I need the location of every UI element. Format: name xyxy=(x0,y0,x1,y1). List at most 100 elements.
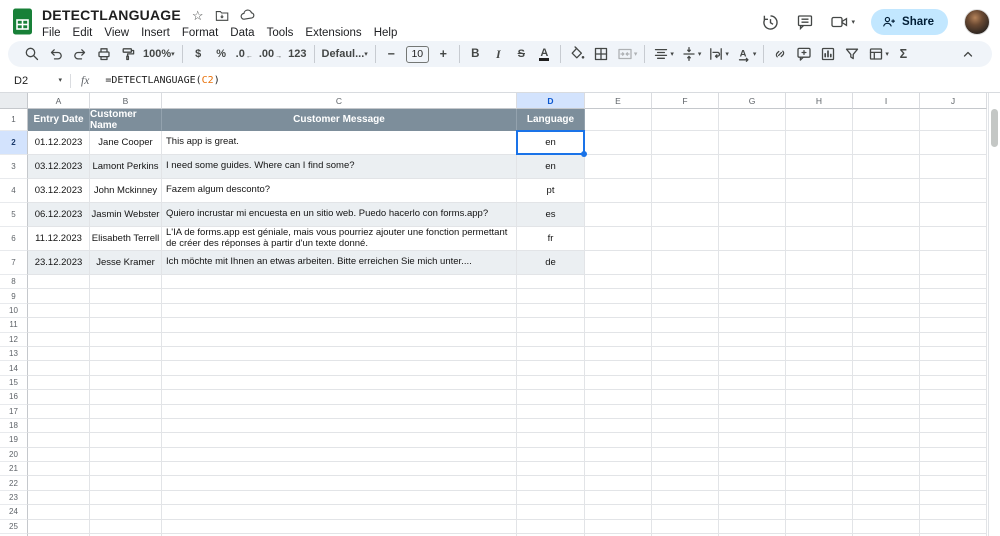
sheets-logo-icon[interactable] xyxy=(12,8,33,40)
cell-G22[interactable] xyxy=(719,476,786,490)
row-header-22[interactable]: 22 xyxy=(0,476,28,490)
cell-E23[interactable] xyxy=(585,491,652,505)
column-header-F[interactable]: F xyxy=(652,93,719,109)
row-header-14[interactable]: 14 xyxy=(0,361,28,375)
cell-A16[interactable] xyxy=(28,390,90,404)
cell-G3[interactable] xyxy=(719,155,786,179)
cell-B8[interactable] xyxy=(90,275,162,289)
cell-J1[interactable] xyxy=(920,109,987,131)
cell-E5[interactable] xyxy=(585,203,652,227)
cell-H13[interactable] xyxy=(786,347,853,361)
cell-B22[interactable] xyxy=(90,476,162,490)
cell-B10[interactable] xyxy=(90,304,162,318)
redo-icon[interactable] xyxy=(68,43,92,65)
cell-D7[interactable]: de xyxy=(517,251,585,275)
increase-decimals-button[interactable]: .00→ xyxy=(256,43,285,65)
cell-C25[interactable] xyxy=(162,520,517,534)
cell-J19[interactable] xyxy=(920,433,987,447)
cell-H15[interactable] xyxy=(786,376,853,390)
italic-button[interactable]: I xyxy=(487,43,510,65)
cell-G23[interactable] xyxy=(719,491,786,505)
cell-F18[interactable] xyxy=(652,419,719,433)
cell-D5[interactable]: es xyxy=(517,203,585,227)
cell-F14[interactable] xyxy=(652,361,719,375)
vertical-align-icon[interactable]: ▾ xyxy=(677,43,705,65)
cell-F24[interactable] xyxy=(652,505,719,519)
select-all-corner[interactable] xyxy=(0,93,28,109)
text-wrap-icon[interactable]: ▾ xyxy=(704,43,732,65)
row-header-21[interactable]: 21 xyxy=(0,462,28,476)
cell-J7[interactable] xyxy=(920,251,987,275)
cell-J15[interactable] xyxy=(920,376,987,390)
cell-G1[interactable] xyxy=(719,109,786,131)
cell-D1[interactable]: Language xyxy=(517,109,585,131)
cell-J2[interactable] xyxy=(920,131,987,155)
cell-J16[interactable] xyxy=(920,390,987,404)
search-icon[interactable] xyxy=(20,43,44,65)
chevron-down-icon[interactable]: ▾ xyxy=(58,77,62,84)
cell-F17[interactable] xyxy=(652,405,719,419)
cell-D16[interactable] xyxy=(517,390,585,404)
cell-H17[interactable] xyxy=(786,405,853,419)
share-button[interactable]: Share xyxy=(871,9,948,35)
font-size-input[interactable]: 10 xyxy=(406,46,429,63)
cell-J22[interactable] xyxy=(920,476,987,490)
chevron-down-icon[interactable]: ▾ xyxy=(364,51,368,58)
cell-A7[interactable]: 23.12.2023 xyxy=(28,251,90,275)
cell-H6[interactable] xyxy=(786,227,853,251)
cell-F5[interactable] xyxy=(652,203,719,227)
chevron-down-icon[interactable]: ▾ xyxy=(725,51,729,58)
cell-C14[interactable] xyxy=(162,361,517,375)
cell-J23[interactable] xyxy=(920,491,987,505)
cell-G19[interactable] xyxy=(719,433,786,447)
cell-A21[interactable] xyxy=(28,462,90,476)
menu-item-tools[interactable]: Tools xyxy=(261,26,300,40)
cell-G2[interactable] xyxy=(719,131,786,155)
chevron-down-icon[interactable]: ▾ xyxy=(670,51,674,58)
borders-icon[interactable] xyxy=(589,43,613,65)
cell-G18[interactable] xyxy=(719,419,786,433)
cell-C24[interactable] xyxy=(162,505,517,519)
menu-item-format[interactable]: Format xyxy=(176,26,224,40)
cell-B21[interactable] xyxy=(90,462,162,476)
cell-E18[interactable] xyxy=(585,419,652,433)
cell-E13[interactable] xyxy=(585,347,652,361)
cell-D6[interactable]: fr xyxy=(517,227,585,251)
cell-J6[interactable] xyxy=(920,227,987,251)
cell-G9[interactable] xyxy=(719,289,786,303)
cell-D17[interactable] xyxy=(517,405,585,419)
cell-F6[interactable] xyxy=(652,227,719,251)
cell-A22[interactable] xyxy=(28,476,90,490)
cell-G10[interactable] xyxy=(719,304,786,318)
cell-G5[interactable] xyxy=(719,203,786,227)
cell-F2[interactable] xyxy=(652,131,719,155)
cell-D20[interactable] xyxy=(517,448,585,462)
cell-I22[interactable] xyxy=(853,476,920,490)
cell-D12[interactable] xyxy=(517,333,585,347)
cell-I5[interactable] xyxy=(853,203,920,227)
cell-J21[interactable] xyxy=(920,462,987,476)
move-to-folder-icon[interactable] xyxy=(215,9,229,22)
format-percent-button[interactable]: % xyxy=(210,43,233,65)
row-header-8[interactable]: 8 xyxy=(0,275,28,289)
cell-D22[interactable] xyxy=(517,476,585,490)
cell-D13[interactable] xyxy=(517,347,585,361)
cell-C9[interactable] xyxy=(162,289,517,303)
star-icon[interactable]: ☆ xyxy=(192,9,204,22)
cell-E3[interactable] xyxy=(585,155,652,179)
cell-J5[interactable] xyxy=(920,203,987,227)
cell-G15[interactable] xyxy=(719,376,786,390)
cell-I15[interactable] xyxy=(853,376,920,390)
cell-D15[interactable] xyxy=(517,376,585,390)
row-header-20[interactable]: 20 xyxy=(0,448,28,462)
cell-J17[interactable] xyxy=(920,405,987,419)
cell-F3[interactable] xyxy=(652,155,719,179)
row-header-2[interactable]: 2 xyxy=(0,131,28,155)
cell-I25[interactable] xyxy=(853,520,920,534)
cell-H10[interactable] xyxy=(786,304,853,318)
cell-C18[interactable] xyxy=(162,419,517,433)
cell-E12[interactable] xyxy=(585,333,652,347)
cell-A14[interactable] xyxy=(28,361,90,375)
column-header-C[interactable]: C xyxy=(162,93,517,109)
chevron-down-icon[interactable]: ▾ xyxy=(753,51,757,58)
